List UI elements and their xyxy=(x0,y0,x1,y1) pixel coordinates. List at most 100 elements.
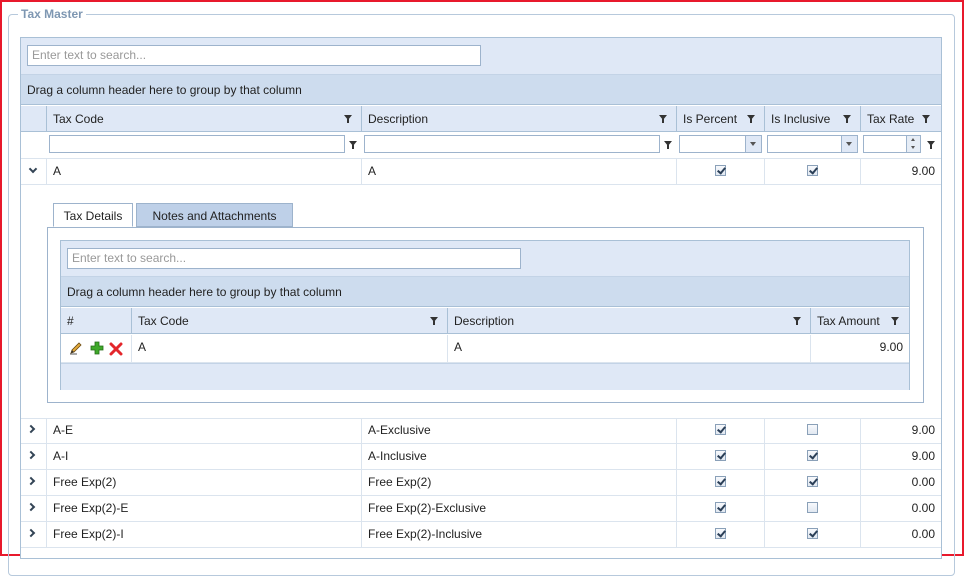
tax-rate-cell: 0.00 xyxy=(911,501,935,515)
expand-cell[interactable] xyxy=(21,418,47,443)
sub-header-tax-code[interactable]: Tax Code xyxy=(132,308,448,334)
is-percent-checkbox[interactable] xyxy=(715,528,726,539)
filter-icon[interactable] xyxy=(344,115,352,123)
chevron-right-icon[interactable] xyxy=(26,476,36,486)
expand-cell[interactable] xyxy=(21,496,47,521)
header-is-inclusive-label: Is Inclusive xyxy=(771,112,831,126)
is-percent-cell xyxy=(677,418,765,443)
add-icon[interactable] xyxy=(90,341,104,355)
tax-code-cell: Free Exp(2) xyxy=(47,470,362,495)
chevron-right-icon[interactable] xyxy=(26,424,36,434)
sub-header-description[interactable]: Description xyxy=(448,308,811,334)
search-panel: Enter text to search... xyxy=(21,38,941,75)
table-row[interactable]: A-I A-Inclusive 9.00 xyxy=(21,444,941,470)
description-filter-input[interactable] xyxy=(364,135,660,153)
expand-cell[interactable] xyxy=(21,470,47,495)
is-percent-cell xyxy=(677,470,765,495)
tab-panel: Enter text to search... Drag a column he… xyxy=(47,227,924,403)
is-inclusive-checkbox[interactable] xyxy=(807,424,818,435)
description-cell: A-Inclusive xyxy=(362,444,677,469)
group-panel[interactable]: Drag a column header here to group by th… xyxy=(21,75,941,105)
is-percent-checkbox[interactable] xyxy=(715,476,726,487)
is-inclusive-cell xyxy=(765,444,861,469)
chevron-down-icon[interactable] xyxy=(841,136,857,152)
expand-cell[interactable] xyxy=(21,159,47,184)
filter-icon[interactable] xyxy=(430,317,438,325)
header-description-label: Description xyxy=(368,112,429,126)
header-is-percent[interactable]: Is Percent xyxy=(677,106,765,132)
is-inclusive-checkbox[interactable] xyxy=(807,165,818,176)
is-inclusive-cell xyxy=(765,496,861,521)
sub-tax-code-cell: A xyxy=(132,335,448,362)
is-percent-checkbox[interactable] xyxy=(715,165,726,176)
sub-tax-amount-cell: 9.00 xyxy=(879,340,903,354)
is-inclusive-checkbox[interactable] xyxy=(807,502,818,513)
tax-rate-cell: 0.00 xyxy=(911,475,935,489)
is-percent-checkbox[interactable] xyxy=(715,450,726,461)
description-cell: Free Exp(2)-Inclusive xyxy=(362,522,677,547)
table-row[interactable]: Free Exp(2)-E Free Exp(2)-Exclusive 0.00 xyxy=(21,496,941,522)
search-input[interactable]: Enter text to search... xyxy=(27,45,481,66)
filter-icon[interactable] xyxy=(793,317,801,325)
chevron-right-icon[interactable] xyxy=(26,450,36,460)
header-is-percent-label: Is Percent xyxy=(683,112,738,126)
sub-search-input[interactable]: Enter text to search... xyxy=(67,248,521,269)
is-percent-cell xyxy=(677,496,765,521)
filter-icon[interactable] xyxy=(659,115,667,123)
filter-icon[interactable] xyxy=(747,115,755,123)
header-tax-code[interactable]: Tax Code xyxy=(47,106,362,132)
chevron-right-icon[interactable] xyxy=(26,502,36,512)
filter-icon[interactable] xyxy=(664,141,672,149)
filter-icon[interactable] xyxy=(891,317,899,325)
filter-icon[interactable] xyxy=(843,115,851,123)
is-inclusive-filter-select[interactable] xyxy=(767,135,858,153)
detail-row: Tax Details Notes and Attachments Enter … xyxy=(21,185,941,419)
chevron-down-icon[interactable] xyxy=(28,164,38,174)
chevron-right-icon[interactable] xyxy=(26,528,36,538)
table-row[interactable]: A A 9.00 xyxy=(21,159,941,185)
spin-up-icon[interactable] xyxy=(906,136,920,144)
tab-tax-details[interactable]: Tax Details xyxy=(53,203,133,227)
tax-code-filter-input[interactable] xyxy=(49,135,345,153)
sub-header-index: # xyxy=(61,308,132,334)
is-percent-checkbox[interactable] xyxy=(715,502,726,513)
sub-header-index-label: # xyxy=(67,314,74,328)
sub-header-tax-amount[interactable]: Tax Amount xyxy=(811,308,909,334)
table-row[interactable]: Free Exp(2)-I Free Exp(2)-Inclusive 0.00 xyxy=(21,522,941,548)
is-percent-filter-select[interactable] xyxy=(679,135,762,153)
sub-grid-footer xyxy=(61,363,909,390)
sub-table-row[interactable]: A A 9.00 xyxy=(61,335,909,363)
sub-header-tax-amount-label: Tax Amount xyxy=(817,314,880,328)
delete-icon[interactable] xyxy=(109,342,123,356)
is-inclusive-checkbox[interactable] xyxy=(807,528,818,539)
panel-title: Tax Master xyxy=(18,7,86,21)
row-actions-cell xyxy=(61,335,132,362)
chevron-down-icon[interactable] xyxy=(745,136,761,152)
header-tax-code-label: Tax Code xyxy=(53,112,104,126)
edit-icon[interactable] xyxy=(69,341,83,355)
sub-search-panel: Enter text to search... xyxy=(61,241,909,277)
filter-icon[interactable] xyxy=(927,141,935,149)
header-is-inclusive[interactable]: Is Inclusive xyxy=(765,106,861,132)
tab-notes-and-attachments[interactable]: Notes and Attachments xyxy=(136,203,293,227)
is-percent-checkbox[interactable] xyxy=(715,424,726,435)
is-percent-cell xyxy=(677,522,765,547)
expand-cell[interactable] xyxy=(21,444,47,469)
expand-cell[interactable] xyxy=(21,522,47,547)
header-description[interactable]: Description xyxy=(362,106,677,132)
tax-code-cell: A-I xyxy=(47,444,362,469)
description-cell: A xyxy=(362,159,677,184)
tax-code-cell: Free Exp(2)-E xyxy=(47,496,362,521)
is-inclusive-checkbox[interactable] xyxy=(807,476,818,487)
header-tax-rate[interactable]: Tax Rate xyxy=(861,106,941,132)
spin-down-icon[interactable] xyxy=(906,144,920,152)
table-row[interactable]: A-E A-Exclusive 9.00 xyxy=(21,418,941,444)
filter-icon[interactable] xyxy=(349,141,357,149)
is-inclusive-checkbox[interactable] xyxy=(807,450,818,461)
table-row[interactable]: Free Exp(2) Free Exp(2) 0.00 xyxy=(21,470,941,496)
tax-rate-filter-spinner[interactable] xyxy=(863,135,921,153)
sub-group-panel[interactable]: Drag a column header here to group by th… xyxy=(61,277,909,307)
filter-icon[interactable] xyxy=(922,115,930,123)
header-expand xyxy=(21,106,47,132)
sub-description-cell: A xyxy=(448,335,811,362)
